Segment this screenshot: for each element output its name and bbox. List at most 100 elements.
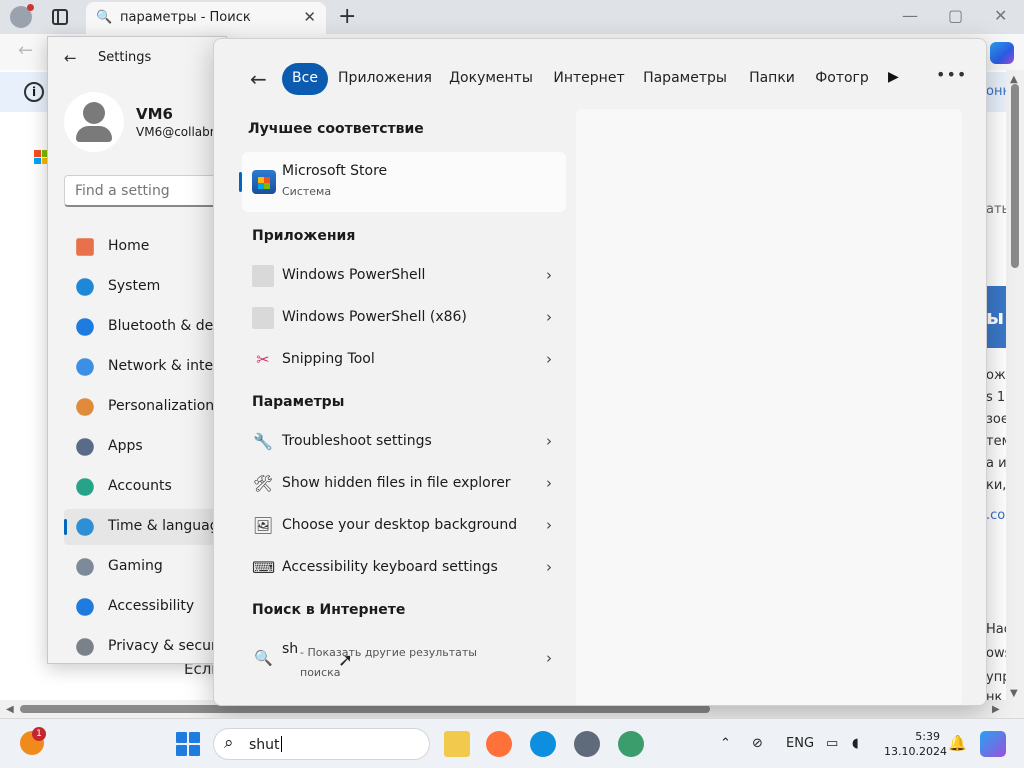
keyboard-icon: ⌨ (252, 558, 276, 577)
nav-item-apps[interactable]: Apps (64, 429, 226, 465)
scroll-filters-icon[interactable]: ▶ (888, 69, 899, 85)
settings-back-icon[interactable]: ← (64, 49, 77, 67)
tab-actions-icon[interactable] (52, 9, 68, 25)
web-search-result[interactable]: 🔍 sh - Показать другие результаты поиска… (242, 635, 552, 679)
page-snippet: s 1 (986, 390, 1006, 405)
filter-chip[interactable]: Все (282, 63, 328, 95)
microsoft-logo-icon (34, 150, 48, 164)
nav-item-home[interactable]: Home (64, 229, 226, 265)
microsoft-store-icon (252, 170, 276, 194)
browser-tab-bar: 🔍 параметры - Поиск ✕ + — ▢ ✕ (0, 0, 1024, 34)
nav-item-label: Gaming (108, 558, 163, 574)
filter-chip[interactable]: Фотогр (810, 63, 874, 95)
shield-icon (76, 638, 94, 656)
setting-result-label: Show hidden files in file explorer (282, 475, 511, 491)
setting-result-label: Troubleshoot settings (282, 433, 432, 449)
chevron-right-icon[interactable]: › (546, 308, 552, 326)
nav-item-privacy-security[interactable]: Privacy & security (64, 629, 226, 663)
clock[interactable]: 5:39 13.10.2024 (884, 729, 947, 759)
nav-item-bluetooth-devices[interactable]: Bluetooth & devices (64, 309, 226, 345)
app-result[interactable]: Windows PowerShell (x86) › (242, 298, 552, 338)
chevron-right-icon[interactable]: › (546, 516, 552, 534)
scroll-down-icon[interactable]: ▼ (1010, 688, 1018, 699)
network-off-icon[interactable]: ⊘ (752, 736, 763, 751)
nav-item-gaming[interactable]: Gaming (64, 549, 226, 585)
setting-result[interactable]: ⌨ Accessibility keyboard settings › (242, 548, 552, 588)
nav-item-label: Time & language (108, 518, 227, 534)
search-back-icon[interactable]: ← (250, 67, 267, 91)
find-setting-input[interactable] (64, 175, 226, 207)
nav-item-label: Accessibility (108, 598, 195, 614)
setting-result[interactable]: 🖼 Choose your desktop background › (242, 506, 552, 546)
nav-item-time-language[interactable]: Time & language (64, 509, 227, 545)
scroll-thumb[interactable] (20, 705, 710, 713)
search-icon: 🔍 (254, 649, 273, 667)
nav-item-network-internet[interactable]: Network & internet (64, 349, 226, 385)
picture-icon: 🖼 (252, 516, 274, 535)
apps-icon (76, 438, 94, 456)
chevron-right-icon[interactable]: › (546, 350, 552, 368)
firefox-icon[interactable] (486, 731, 512, 757)
tab-close-button[interactable]: ✕ (303, 8, 316, 26)
minimize-button[interactable]: — (902, 6, 918, 25)
vertical-scrollbar[interactable] (1006, 70, 1024, 718)
edge-icon[interactable] (530, 731, 556, 757)
copilot-icon[interactable] (990, 42, 1014, 64)
tab-title: параметры - Поиск (120, 10, 251, 25)
language-indicator[interactable]: ENG (786, 736, 814, 751)
clock-date: 13.10.2024 (884, 745, 947, 758)
nav-item-system[interactable]: System (64, 269, 226, 305)
search-input-value[interactable]: shut (249, 736, 282, 753)
more-options-button[interactable]: ••• (936, 65, 967, 84)
bell-icon[interactable]: 🔔 (948, 734, 967, 752)
taskbar: 1 ⌕ shut ⌃ ⊘ ENG ▭ ◖ 5:39 13.10.2024 🔔 (0, 718, 1024, 768)
filter-chip[interactable]: Документы (446, 63, 536, 95)
chevron-right-icon[interactable]: › (546, 474, 552, 492)
app-result[interactable]: Windows PowerShell › (242, 256, 552, 296)
filter-chip[interactable]: Папки (742, 63, 802, 95)
nav-item-label: Bluetooth & devices (108, 318, 226, 334)
app-result[interactable]: ✂ Snipping Tool › (242, 340, 552, 380)
scroll-up-icon[interactable]: ▲ (1010, 74, 1018, 85)
web-search-heading: Поиск в Интернете (252, 602, 406, 618)
chevron-right-icon[interactable]: › (546, 649, 552, 667)
user-avatar[interactable] (64, 92, 124, 152)
search-icon: 🔍 (96, 10, 113, 25)
chevron-right-icon[interactable]: › (546, 432, 552, 450)
powershell-icon (252, 307, 274, 329)
nav-item-accessibility[interactable]: Accessibility (64, 589, 226, 625)
page-snippet: а и (986, 456, 1007, 471)
setting-result[interactable]: 🛠 Show hidden files in file explorer › (242, 464, 552, 504)
nav-item-personalization[interactable]: Personalization (64, 389, 226, 425)
nav-item-accounts[interactable]: Accounts (64, 469, 226, 505)
close-window-button[interactable]: ✕ (994, 6, 1007, 25)
settings-gear-icon[interactable] (574, 731, 600, 757)
file-explorer-icon[interactable] (444, 731, 470, 757)
browser-back-icon[interactable]: ← (18, 40, 33, 61)
nav-item-label: Personalization (108, 398, 215, 414)
sound-icon[interactable]: ◖ (852, 736, 859, 751)
taskbar-search-box[interactable]: ⌕ shut (213, 728, 430, 760)
new-tab-button[interactable]: + (338, 4, 356, 29)
browser-tab[interactable]: 🔍 параметры - Поиск ✕ (86, 2, 326, 34)
page-link[interactable]: .co (986, 508, 1005, 523)
chevron-right-icon[interactable]: › (546, 266, 552, 284)
profile-avatar-icon[interactable] (10, 4, 34, 28)
display-icon[interactable]: ▭ (826, 736, 838, 751)
user-name: VM6 (136, 105, 173, 123)
network-globe-icon[interactable] (618, 731, 644, 757)
filter-chip[interactable]: Интернет (548, 63, 630, 95)
scroll-thumb[interactable] (1011, 84, 1019, 268)
start-button[interactable] (176, 732, 200, 756)
filter-chip[interactable]: Приложения (334, 63, 436, 95)
best-match-subtitle: Система (282, 185, 332, 198)
filter-chip[interactable]: Параметры (638, 63, 732, 95)
setting-result[interactable]: 🔧 Troubleshoot settings › (242, 422, 552, 462)
scroll-right-icon[interactable]: ▶ (992, 704, 1000, 715)
best-match-item[interactable]: Microsoft Store Система (239, 152, 566, 212)
copilot-taskbar-icon[interactable] (980, 731, 1006, 757)
chevron-up-icon[interactable]: ⌃ (720, 736, 731, 751)
chevron-right-icon[interactable]: › (546, 558, 552, 576)
maximize-button[interactable]: ▢ (948, 6, 963, 25)
scroll-left-icon[interactable]: ◀ (6, 704, 14, 715)
